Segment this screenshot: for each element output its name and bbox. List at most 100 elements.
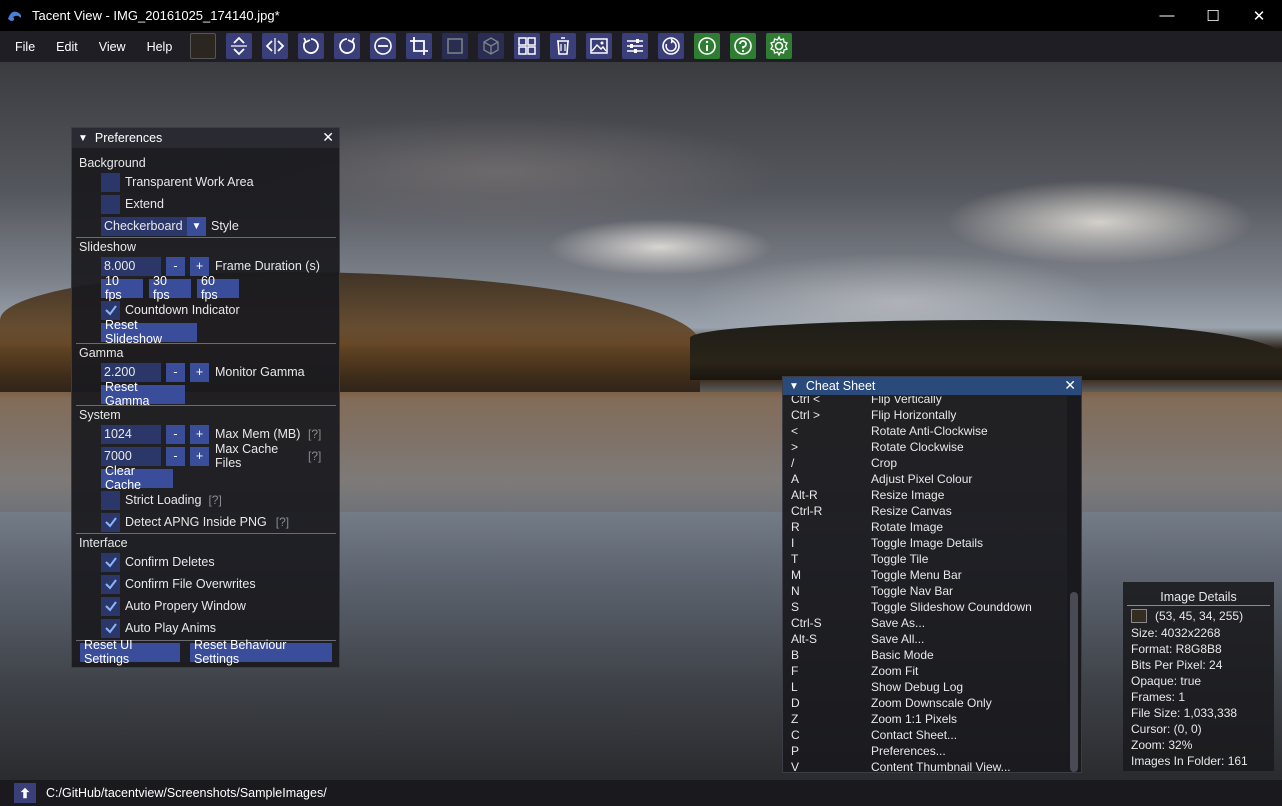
shortcut-description: Resize Image [871,488,945,502]
scrollbar-thumb[interactable] [1070,592,1078,772]
detail-bpp: Bits Per Pixel: 24 [1131,658,1223,672]
cube-icon[interactable] [478,33,504,59]
section-gamma: Gamma [79,346,124,360]
preferences-icon[interactable] [622,33,648,59]
60fps-button[interactable]: 60 fps [197,274,239,302]
strict-loading-help[interactable]: [?] [208,493,221,507]
reset-behaviour-settings-button[interactable]: Reset Behaviour Settings [190,638,332,666]
extend-label: Extend [125,197,164,211]
style-label: Style [211,219,239,233]
gamma-increment-button[interactable]: + [190,362,209,382]
confirm-overwrites-label: Confirm File Overwrites [125,577,256,591]
cheat-sheet-row: R Rotate Image [783,519,1069,535]
shortcut-key: A [791,472,800,486]
max-cache-decrement-button[interactable]: - [166,446,185,466]
max-cache-files-label: Max Cache Files [215,442,279,470]
cheat-sheet-row: < Rotate Anti-Clockwise [783,423,1069,439]
info-icon[interactable] [694,33,720,59]
reset-ui-settings-button[interactable]: Reset UI Settings [80,638,180,666]
shortcut-description: Basic Mode [871,648,934,662]
shortcut-key: C [791,728,800,742]
menu-edit[interactable]: Edit [47,40,87,54]
confirm-deletes-checkbox[interactable] [101,552,120,572]
extend-checkbox[interactable] [101,194,120,214]
collapse-triangle-icon[interactable]: ▼ [789,381,799,392]
shortcut-description: Zoom 1:1 Pixels [871,712,958,726]
preferences-close-button[interactable]: ✕ [322,129,334,146]
auto-property-window-label: Auto Propery Window [125,599,246,613]
max-mem-decrement-button[interactable]: - [166,424,185,444]
confirm-overwrites-checkbox[interactable] [101,574,120,594]
menu-view[interactable]: View [90,40,135,54]
transparent-work-area-label: Transparent Work Area [125,175,254,189]
shortcut-key: Alt-R [791,488,818,502]
section-interface: Interface [79,536,128,550]
auto-property-window-checkbox[interactable] [101,596,120,616]
shortcut-key: Ctrl > [791,408,821,422]
menu-help[interactable]: Help [138,40,182,54]
parent-folder-button[interactable] [14,783,36,803]
pixel-color-swatch [1131,609,1147,623]
clear-cache-button[interactable]: Clear Cache [101,464,173,492]
countdown-indicator-checkbox[interactable] [101,300,120,320]
background-style-dropdown[interactable]: Checkerboard ▼ [101,216,206,236]
auto-play-anims-label: Auto Play Anims [125,621,217,635]
max-mem-increment-button[interactable]: + [190,424,209,444]
shortcut-description: Toggle Image Details [871,536,984,550]
cheat-sheet-row: / Crop [783,455,1069,471]
max-cache-files-input[interactable]: 7000 [101,446,161,466]
frame-duration-input[interactable]: 8.000 [101,256,161,276]
cheat-sheet-close-button[interactable]: ✕ [1064,377,1076,394]
monitor-gamma-input[interactable]: 2.200 [101,362,161,382]
settings-icon[interactable] [766,33,792,59]
preferences-titlebar[interactable]: ▼ Preferences ✕ [72,128,339,148]
transparent-work-area-checkbox[interactable] [101,172,120,192]
rotate-clockwise-icon[interactable] [334,33,360,59]
frame-duration-increment-button[interactable]: + [190,256,209,276]
shortcut-description: Save As... [871,616,926,630]
resize-canvas-icon[interactable] [442,33,468,59]
strict-loading-checkbox[interactable] [101,490,120,510]
slideshow-icon[interactable] [658,33,684,59]
crop-icon[interactable] [406,33,432,59]
cheat-sheet-titlebar[interactable]: ▼ Cheat Sheet ✕ [783,377,1081,395]
menu-file[interactable]: File [6,40,44,54]
window-title: Tacent View - IMG_20161025_174140.jpg* [32,8,280,23]
gamma-decrement-button[interactable]: - [166,362,185,382]
flip-vertical-icon[interactable] [226,33,252,59]
detect-apng-help[interactable]: [?] [276,515,289,529]
color-swatch-icon[interactable] [190,33,216,59]
shortcut-key: D [791,696,800,710]
cheat-sheet-scrollbar[interactable] [1067,396,1081,772]
shortcut-description: Resize Canvas [871,504,952,518]
detect-apng-checkbox[interactable] [101,512,120,532]
reset-gamma-button[interactable]: Reset Gamma [101,380,185,408]
detail-size: Size: 4032x2268 [1131,626,1221,640]
section-slideshow: Slideshow [79,240,136,254]
reset-slideshow-button[interactable]: Reset Slideshow [101,318,197,346]
dropdown-arrow-icon[interactable]: ▼ [187,216,206,236]
help-icon[interactable] [730,33,756,59]
30fps-button[interactable]: 30 fps [149,274,191,302]
minus-icon[interactable] [370,33,396,59]
maximize-button[interactable]: ☐ [1190,0,1236,31]
shortcut-key: V [791,760,800,773]
shortcut-description: Save All... [871,632,925,646]
frame-duration-decrement-button[interactable]: - [166,256,185,276]
image-icon[interactable] [586,33,612,59]
max-mem-help[interactable]: [?] [308,427,321,441]
shortcut-key: I [791,536,795,550]
auto-play-anims-checkbox[interactable] [101,618,120,638]
rotate-anticlockwise-icon[interactable] [298,33,324,59]
max-cache-increment-button[interactable]: + [190,446,209,466]
max-cache-help[interactable]: [?] [308,449,321,463]
delete-icon[interactable] [550,33,576,59]
max-mem-input[interactable]: 1024 [101,424,161,444]
tile-icon[interactable] [514,33,540,59]
10fps-button[interactable]: 10 fps [101,274,143,302]
flip-horizontal-icon[interactable] [262,33,288,59]
minimize-button[interactable]: — [1144,0,1190,31]
shortcut-description: Preferences... [871,744,946,758]
close-window-button[interactable]: ✕ [1236,0,1282,31]
collapse-triangle-icon[interactable]: ▼ [78,133,88,144]
